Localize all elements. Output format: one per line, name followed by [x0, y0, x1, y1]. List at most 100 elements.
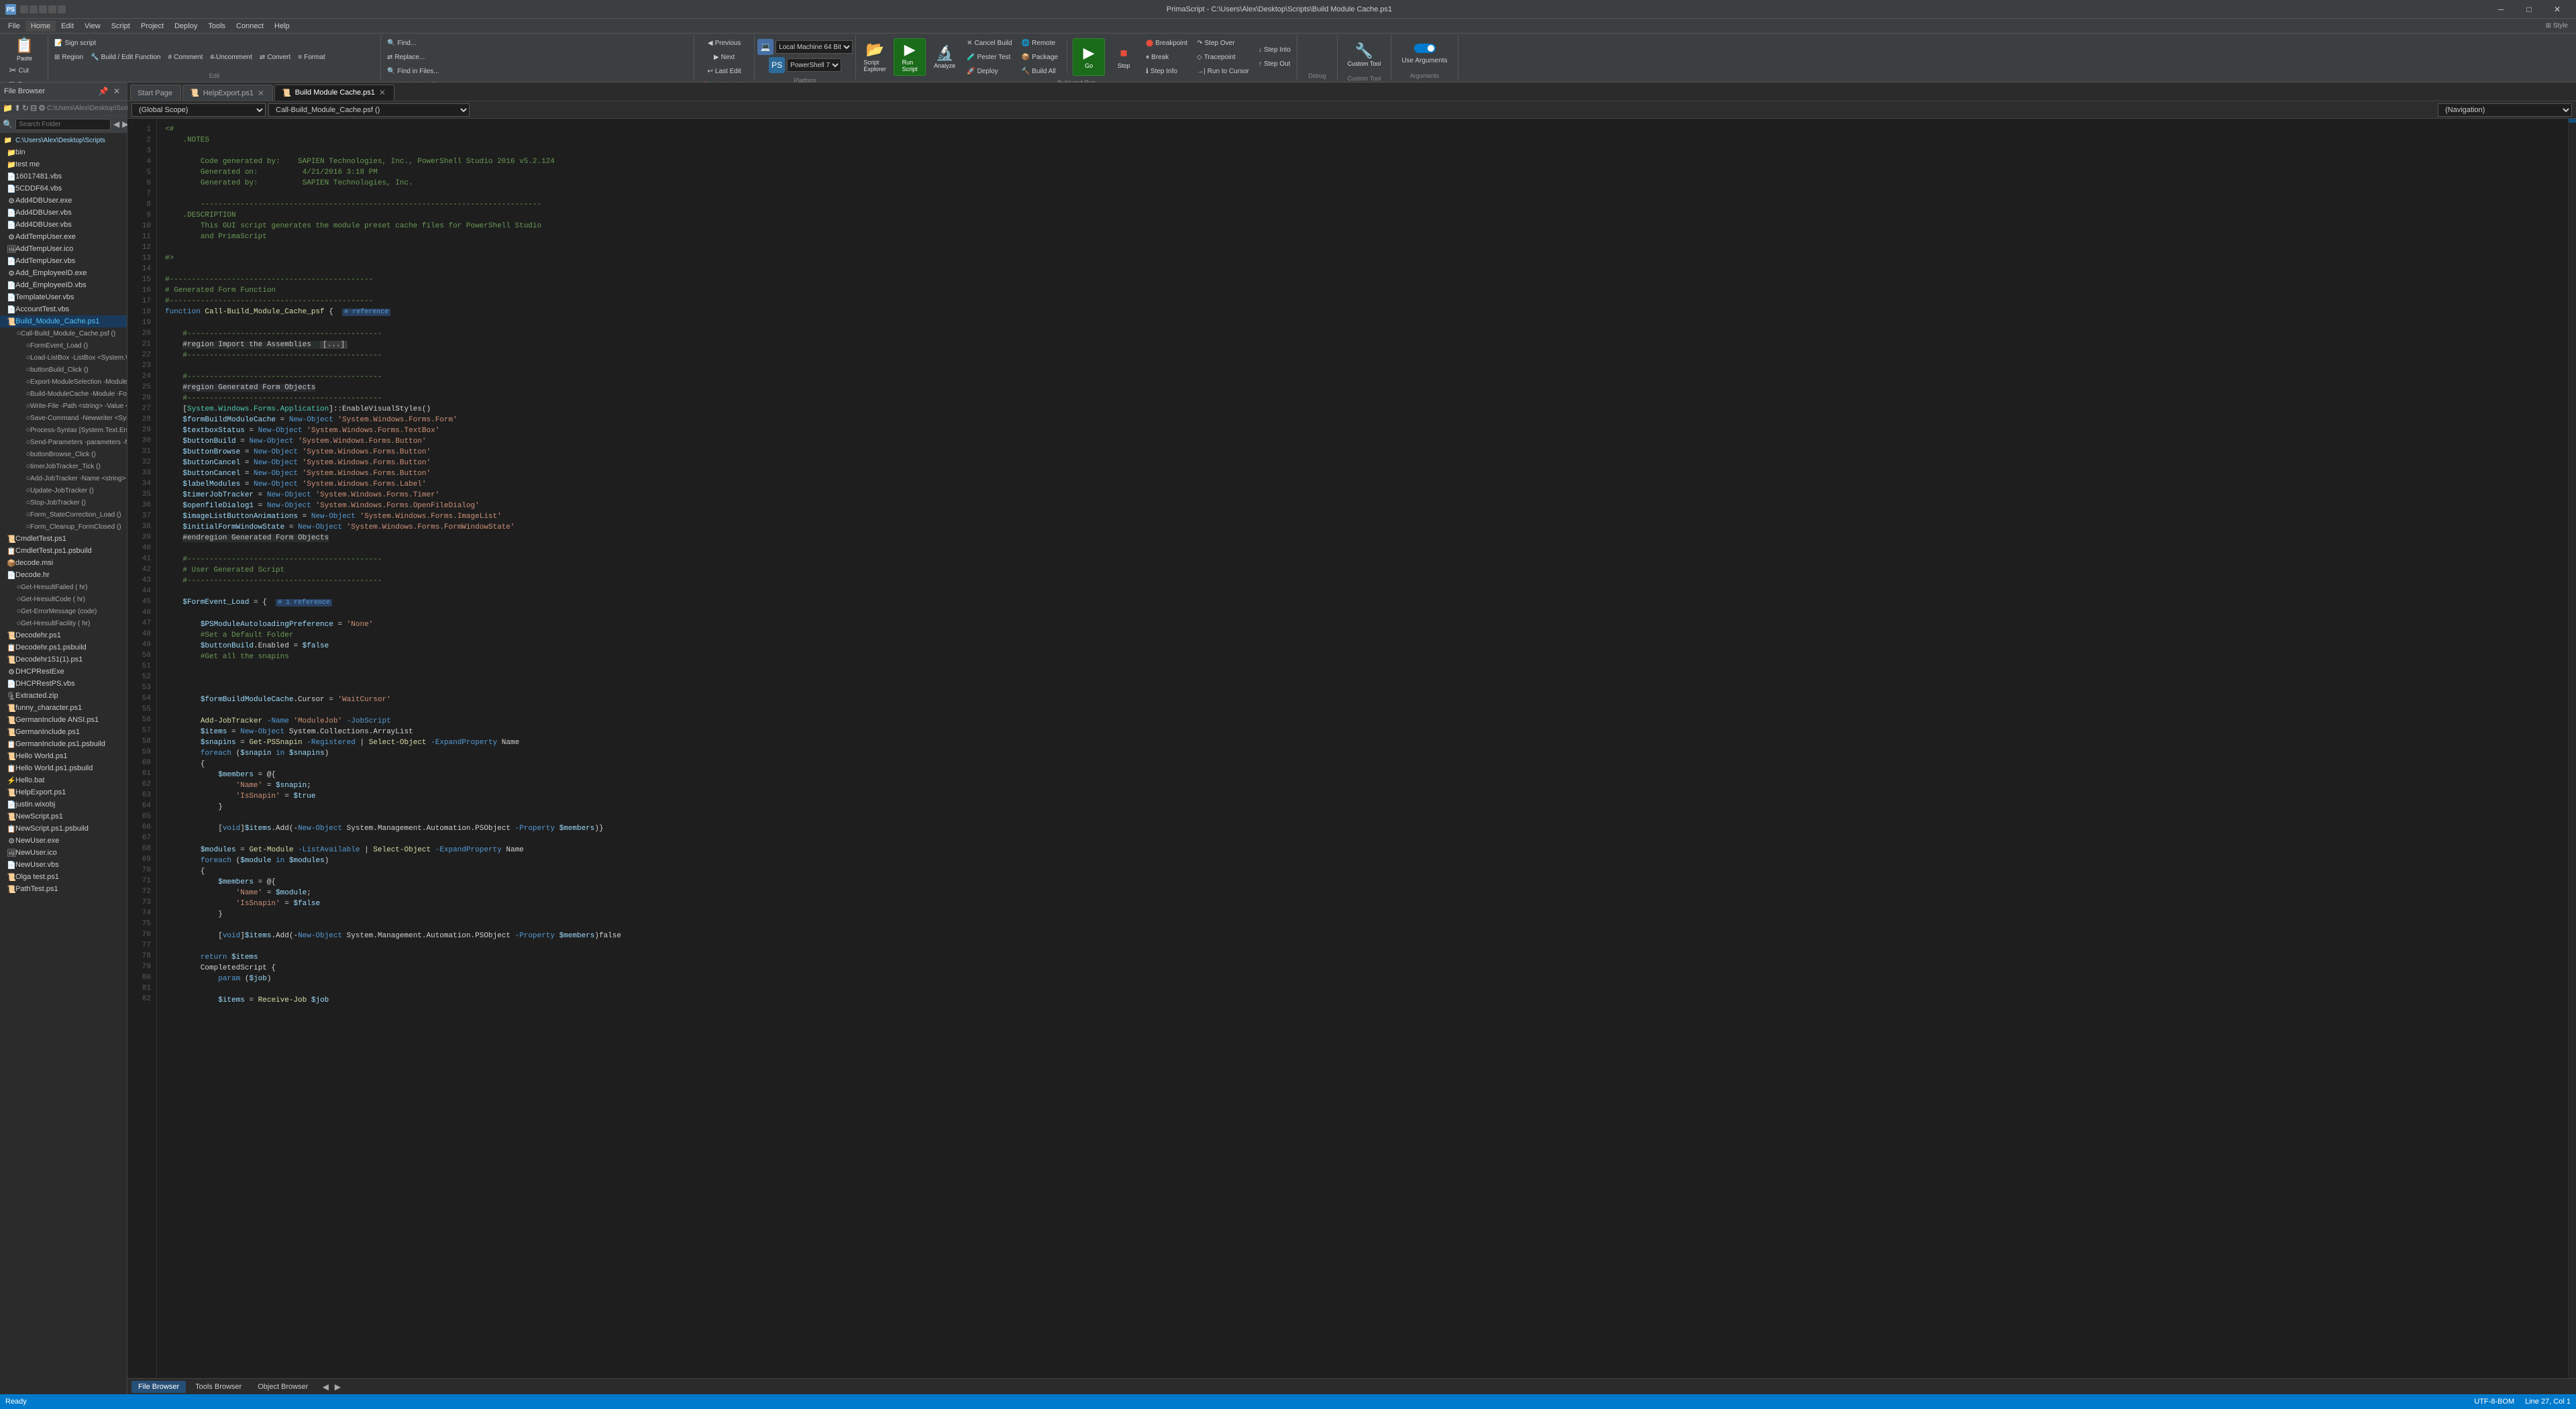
tab-nav-left[interactable]: ◀ [320, 1381, 331, 1392]
format-button[interactable]: ≡ Format [294, 50, 329, 64]
stop-button[interactable]: ⏹ Stop [1108, 38, 1140, 76]
list-item[interactable]: ○ Export-ModuleSelection -ModuleSelectio… [0, 376, 127, 388]
step-over-button[interactable]: ↷ Step Over [1193, 36, 1252, 50]
cancel-build-button[interactable]: ✕ Cancel Build [963, 36, 1016, 50]
tab-object-browser[interactable]: Object Browser [251, 1381, 315, 1393]
list-item[interactable]: ○ Form_StateCorrection_Load () [0, 509, 127, 521]
sidebar-collapse[interactable]: ⊟ [30, 102, 37, 114]
remote-button[interactable]: 🌐 Remote [1018, 36, 1061, 50]
list-item[interactable]: 📜 NewScript.ps1 [0, 811, 127, 823]
list-item[interactable]: ○ Call-Build_Module_Cache.psf () [0, 327, 127, 340]
region-button[interactable]: ⊞ Region [51, 50, 87, 64]
list-item[interactable]: 📄 AccountTest.vbs [0, 303, 127, 315]
tab-close-buildmodulecache[interactable]: ✕ [379, 88, 386, 97]
list-item[interactable]: ⚡ Hello.bat [0, 774, 127, 786]
list-item[interactable]: 📋 Hello World.ps1.psbuild [0, 762, 127, 774]
analyze-button[interactable]: 🔬 Analyze [928, 38, 961, 76]
list-item[interactable]: 📄 NewUser.vbs [0, 859, 127, 871]
tree-root[interactable]: 📁 C:\Users\Alex\Desktop\Scripts [0, 134, 127, 146]
list-item[interactable]: 📜 PathTest.ps1 [0, 883, 127, 895]
tab-nav-right[interactable]: ▶ [332, 1381, 343, 1392]
deploy-button[interactable]: 🚀 Deploy [963, 64, 1016, 78]
function-select[interactable]: Call-Build_Module_Cache.psf () [268, 103, 470, 117]
list-item[interactable]: ○ Load-ListBox -ListBox <System.Windows.… [0, 352, 127, 364]
build-edit-button[interactable]: 🔧 Build / Edit Function [87, 50, 164, 64]
list-item[interactable]: ○ Stop-JobTracker () [0, 497, 127, 509]
tab-helpexport[interactable]: 📜 HelpExport.ps1 ✕ [182, 85, 273, 101]
use-arguments-toggle[interactable] [1414, 44, 1436, 53]
toolbar-quick-btn-3[interactable] [39, 5, 47, 13]
list-item[interactable]: ○ timerJobTracker_Tick () [0, 460, 127, 472]
code-content[interactable]: <# .NOTES Code generated by: SAPIEN Tech… [157, 119, 2568, 1378]
find-button[interactable]: 🔍 Find... [384, 36, 691, 50]
list-item[interactable]: ○ Send-Parameters -parameters -Newwriter… [0, 436, 127, 448]
sidebar-refresh[interactable]: ↻ [22, 102, 29, 114]
list-item[interactable]: 🖼 AddTempUser.ico [0, 243, 127, 255]
menu-tools[interactable]: Tools [203, 21, 231, 32]
last-edit-button[interactable]: ↩ Last Edit [704, 64, 745, 78]
list-item[interactable]: ○ Process-Syntax [System.Text.Encoding s… [0, 424, 127, 436]
toolbar-quick-btn-2[interactable] [30, 5, 38, 13]
run-script-button[interactable]: ▶ RunScript [894, 38, 926, 76]
list-item[interactable]: ○ Get-HresultFacility ( hr) [0, 617, 127, 629]
list-item[interactable]: 📄 AddTempUser.vbs [0, 255, 127, 267]
list-item[interactable]: 📜 GermanInclude ANSI.ps1 [0, 714, 127, 726]
sidebar-options[interactable]: ⚙ [38, 102, 46, 114]
build-all-button[interactable]: 🔨 Build All [1018, 64, 1061, 78]
sidebar-new-folder[interactable]: 📁 [3, 102, 13, 114]
menu-view[interactable]: View [79, 21, 106, 32]
close-button[interactable]: ✕ [2544, 3, 2571, 16]
list-item[interactable]: ⚙ NewUser.exe [0, 835, 127, 847]
step-info-button[interactable]: ℹ Step Info [1142, 64, 1191, 78]
menu-project[interactable]: Project [136, 21, 169, 32]
go-button[interactable]: ▶ Go [1073, 38, 1105, 76]
pester-test-button[interactable]: 🧪 Pester Test [963, 50, 1016, 64]
list-item[interactable]: ○ buttonBuild_Click () [0, 364, 127, 376]
tab-file-browser[interactable]: File Browser [131, 1381, 186, 1393]
list-item[interactable]: 📜 Decodehr151(1).ps1 [0, 654, 127, 666]
list-item[interactable]: 📄 Decode.hr [0, 569, 127, 581]
list-item[interactable]: 📜 funny_character.ps1 [0, 702, 127, 714]
list-item[interactable]: 📦 decode.msi [0, 557, 127, 569]
tab-tools-browser[interactable]: Tools Browser [189, 1381, 248, 1393]
custom-tool-button[interactable]: 🔧 Custom Tool [1344, 36, 1385, 74]
list-item[interactable]: 📄 Add4DBUser.vbs [0, 219, 127, 231]
next-button[interactable]: ▶ Next [710, 50, 738, 64]
replace-button[interactable]: ⇄ Replace... [384, 50, 691, 64]
list-item[interactable]: ○ FormEvent_Load () [0, 340, 127, 352]
list-item[interactable]: 🖼 NewUser.ico [0, 847, 127, 859]
list-item[interactable]: ⚙ Add_EmployeeID.exe [0, 267, 127, 279]
list-item[interactable]: ⚙ Add4DBUser.exe [0, 195, 127, 207]
list-item[interactable]: ○ Update-JobTracker () [0, 484, 127, 497]
package-button[interactable]: 📦 Package [1018, 50, 1061, 64]
list-item[interactable]: ○ Write-File -Path <string> -Value <stri… [0, 400, 127, 412]
list-item[interactable]: 📜 Decodehr.ps1 [0, 629, 127, 641]
list-item[interactable]: 📄 16017481.vbs [0, 170, 127, 182]
menu-help[interactable]: Help [269, 21, 295, 32]
list-item[interactable]: 📄 5CDDF64.vbs [0, 182, 127, 195]
list-item[interactable]: ○ Build-ModuleCache -Module -Folders <st… [0, 388, 127, 400]
breakpoint-button[interactable]: ⬤ Breakpoint [1142, 36, 1191, 50]
list-item[interactable]: ○ Add-JobTracker -Name <string> -JobScri… [0, 472, 127, 484]
list-item[interactable]: ○ Get-ErrorMessage (code) [0, 605, 127, 617]
tab-start-page[interactable]: Start Page [130, 85, 181, 101]
break-button[interactable]: ⏸ Break [1142, 50, 1191, 64]
list-item[interactable]: ○ Save-Command -Newwriter <System.IO.Str… [0, 412, 127, 424]
menu-home[interactable]: Home [25, 21, 56, 32]
right-mini-map[interactable] [2568, 119, 2576, 1378]
list-item[interactable]: 📄 justin.wixobj [0, 798, 127, 811]
scope-select[interactable]: (Global Scope) [131, 103, 266, 117]
step-into-button[interactable]: ↓ Step Into [1255, 44, 1294, 57]
comment-button[interactable]: # Comment [164, 50, 206, 64]
list-item[interactable]: 📜 GermanInclude.ps1 [0, 726, 127, 738]
menu-script[interactable]: Script [106, 21, 136, 32]
list-item[interactable]: 📄 DHCPRestPS.vbs [0, 678, 127, 690]
list-item[interactable]: 📜 Olga test.ps1 [0, 871, 127, 883]
list-item[interactable]: 📄 Add4DBUser.vbs [0, 207, 127, 219]
maximize-button[interactable]: □ [2516, 3, 2542, 16]
previous-button[interactable]: ◀ Previous [704, 36, 745, 50]
script-explorer-button[interactable]: 📂 ScriptExplorer [859, 38, 891, 76]
platform-select[interactable]: Local Machine 64 Bit [775, 40, 853, 54]
list-item[interactable]: ○ Get-HresultFailed ( hr) [0, 581, 127, 593]
list-item[interactable]: 📜 Hello World.ps1 [0, 750, 127, 762]
